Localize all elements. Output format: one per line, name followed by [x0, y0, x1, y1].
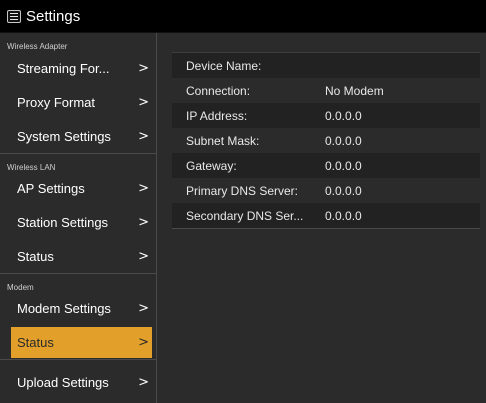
sidebar-item-label: AP Settings — [17, 180, 85, 196]
row-value: 0.0.0.0 — [325, 208, 362, 223]
page-title: Settings — [26, 7, 81, 25]
row-label: Device Name: — [186, 58, 262, 73]
chevron-right-icon: > — [138, 374, 149, 390]
hamburger-menu-icon[interactable] — [7, 9, 21, 23]
row-label: Subnet Mask: — [186, 133, 260, 148]
row-label: Connection: — [186, 83, 251, 98]
sidebar-item-label: Status — [17, 335, 54, 350]
table-row-primary-dns: Primary DNS Server: 0.0.0.0 — [172, 178, 480, 203]
sidebar-item-label: Proxy Format — [17, 94, 96, 110]
sidebar-item-label: Modem Settings — [17, 300, 111, 316]
title-bar: Settings — [0, 0, 486, 33]
chevron-right-icon: > — [138, 94, 149, 110]
section-header-modem: Modem — [0, 273, 156, 292]
sidebar: Wireless Adapter Streaming For... > Prox… — [0, 33, 157, 403]
row-label: IP Address: — [186, 108, 248, 123]
sidebar-item-system-settings[interactable]: System Settings > — [0, 119, 156, 153]
chevron-right-icon: > — [138, 128, 149, 144]
table-row-connection: Connection: No Modem — [172, 78, 480, 103]
chevron-right-icon: > — [138, 214, 149, 230]
modem-status-table: Device Name: Connection: No Modem IP Add… — [172, 52, 480, 229]
row-value: 0.0.0.0 — [325, 158, 362, 173]
chevron-right-icon: > — [138, 300, 149, 316]
sidebar-item-streaming-format[interactable]: Streaming For... > — [0, 51, 156, 85]
row-label: Primary DNS Server: — [186, 183, 299, 198]
table-row-device-name: Device Name: — [172, 53, 480, 78]
row-value: 0.0.0.0 — [325, 133, 362, 148]
table-row-subnet-mask: Subnet Mask: 0.0.0.0 — [172, 128, 480, 153]
sidebar-item-ap-settings[interactable]: AP Settings > — [0, 171, 156, 205]
chevron-right-icon: > — [138, 335, 149, 350]
table-row-ip-address: IP Address: 0.0.0.0 — [172, 103, 480, 128]
table-row-secondary-dns: Secondary DNS Ser... 0.0.0.0 — [172, 203, 480, 228]
sidebar-item-label: Streaming For... — [17, 60, 110, 76]
sidebar-item-modem-status[interactable]: Status > — [11, 327, 152, 358]
section-header-wireless-lan: Wireless LAN — [0, 153, 156, 172]
row-value: 0.0.0.0 — [325, 108, 362, 123]
sidebar-item-wlan-status[interactable]: Status > — [0, 239, 156, 273]
sidebar-item-label: System Settings — [17, 128, 111, 144]
chevron-right-icon: > — [138, 180, 149, 196]
section-header-wireless-adapter: Wireless Adapter — [0, 33, 156, 51]
sidebar-item-upload-settings[interactable]: Upload Settings > — [0, 365, 156, 399]
modem-status-panel: Device Name: Connection: No Modem IP Add… — [158, 33, 486, 403]
row-value: 0.0.0.0 — [325, 183, 362, 198]
sidebar-item-modem-settings[interactable]: Modem Settings > — [0, 291, 156, 325]
sidebar-item-station-settings[interactable]: Station Settings > — [0, 205, 156, 239]
sidebar-item-label: Station Settings — [17, 214, 109, 230]
row-label: Gateway: — [186, 158, 237, 173]
row-value: No Modem — [325, 83, 384, 98]
chevron-right-icon: > — [138, 60, 149, 76]
sidebar-item-proxy-format[interactable]: Proxy Format > — [0, 85, 156, 119]
chevron-right-icon: > — [138, 248, 149, 264]
sidebar-item-label: Upload Settings — [17, 374, 109, 390]
table-row-gateway: Gateway: 0.0.0.0 — [172, 153, 480, 178]
row-label: Secondary DNS Ser... — [186, 208, 304, 223]
sidebar-item-label: Status — [17, 248, 54, 264]
